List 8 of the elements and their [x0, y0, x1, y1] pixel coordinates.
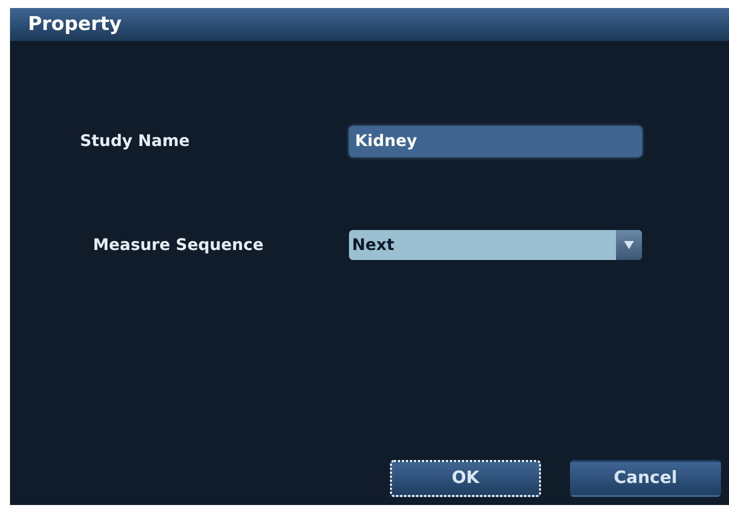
- dialog-button[interactable]: OK: [390, 460, 541, 497]
- text-field[interactable]: Kidney: [349, 126, 642, 156]
- field-label: Study Name: [79, 130, 191, 152]
- dropdown[interactable]: Next: [349, 230, 642, 260]
- window-title: Property: [28, 12, 122, 38]
- field-label: Measure Sequence: [92, 234, 265, 256]
- dialog-button[interactable]: Cancel: [570, 460, 721, 497]
- dropdown-arrow-icon: [624, 241, 634, 249]
